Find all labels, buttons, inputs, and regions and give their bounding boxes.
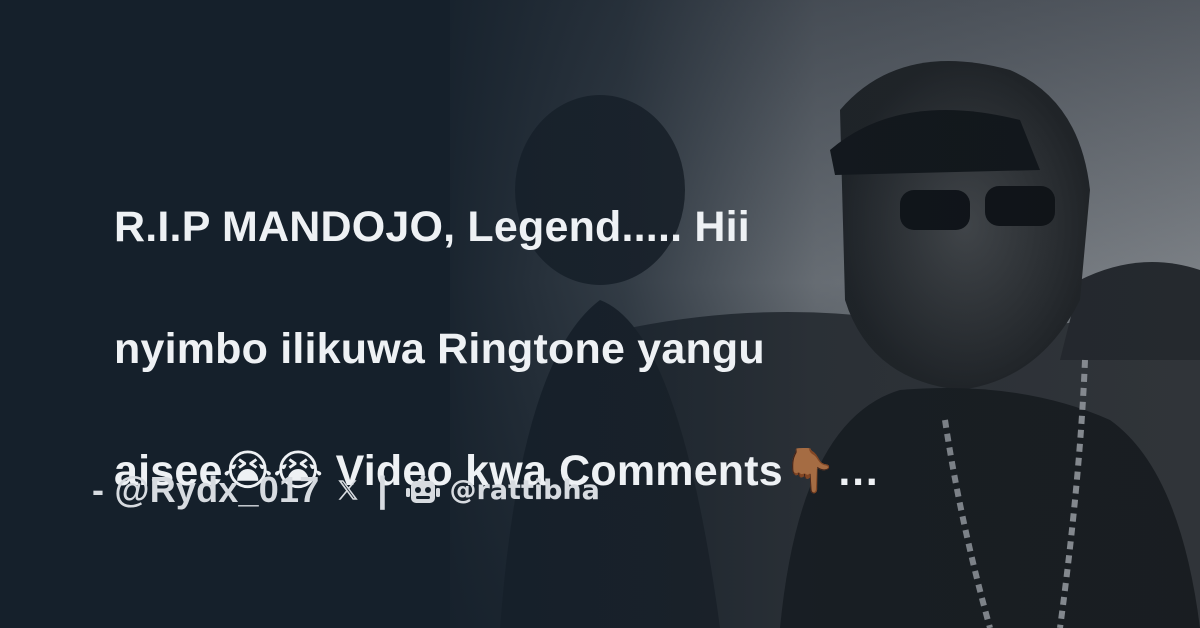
brand-handle: @rattibha (449, 474, 600, 506)
x-logo-icon (338, 480, 359, 500)
tweet-text-line: R.I.P MANDOJO, Legend..... Hii (114, 203, 750, 251)
separator: | (377, 469, 388, 510)
share-card: R.I.P MANDOJO, Legend..... Hii nyimbo il… (0, 0, 1200, 628)
robot-icon (405, 475, 440, 503)
author-handle: - @Rydx_017 (92, 469, 320, 510)
tweet-text-line: nyimbo ilikuwa Ringtone yangu (114, 325, 765, 373)
attribution-footer: - @Rydx_017 | @rattibha (92, 466, 600, 514)
